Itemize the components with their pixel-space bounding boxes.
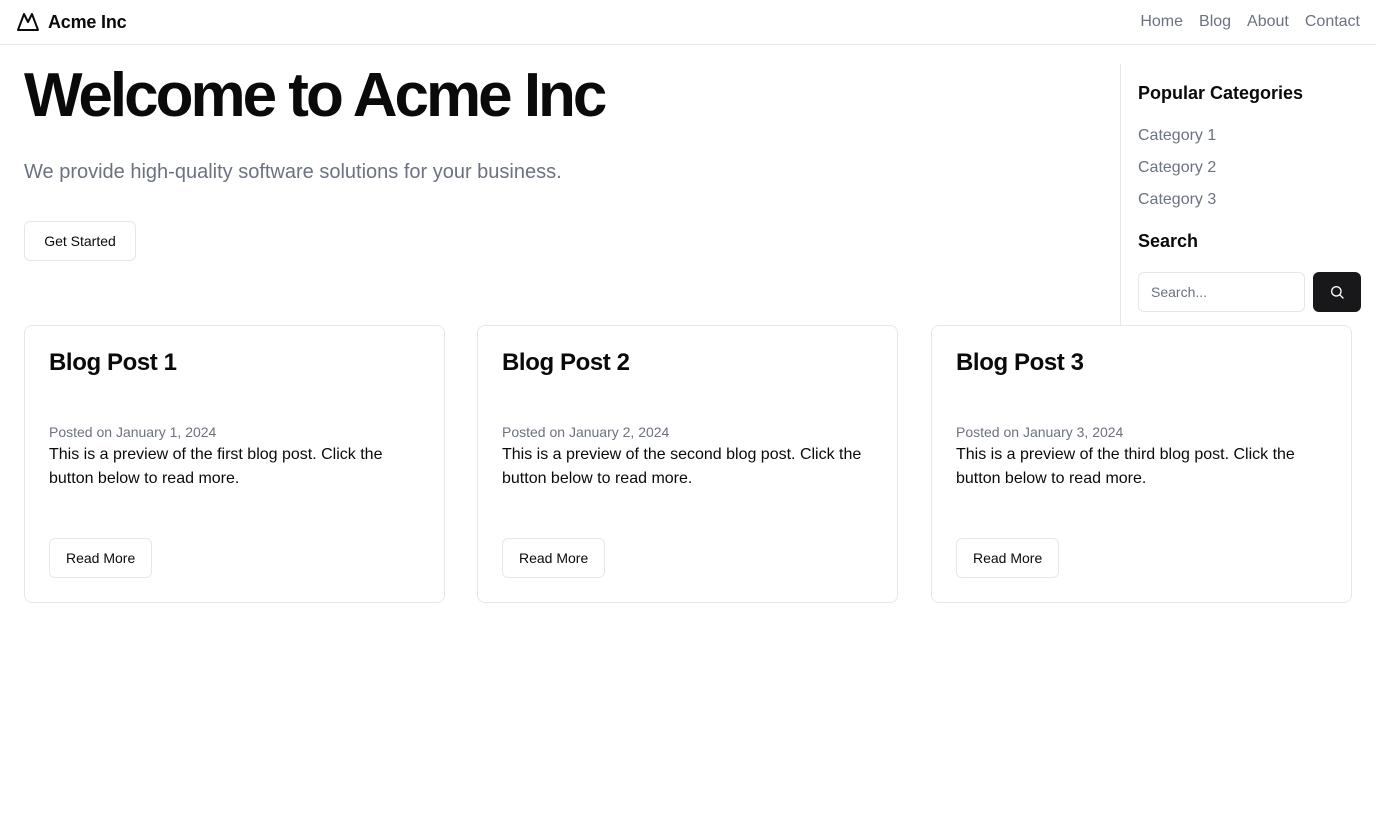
search-button[interactable] <box>1313 272 1361 312</box>
blog-post-card: Blog Post 1 Posted on January 1, 2024 Th… <box>24 325 445 603</box>
brand-name: Acme Inc <box>48 11 127 32</box>
read-more-button[interactable]: Read More <box>49 538 153 578</box>
post-title: Blog Post 3 <box>956 349 1084 376</box>
post-preview: This is a preview of the second blog pos… <box>502 446 862 487</box>
read-more-button[interactable]: Read More <box>502 538 606 578</box>
category-link-2[interactable]: Category 2 <box>1138 158 1216 178</box>
blog-post-card: Blog Post 2 Posted on January 2, 2024 Th… <box>477 325 898 603</box>
category-link-1[interactable]: Category 1 <box>1138 126 1216 146</box>
category-link-3[interactable]: Category 3 <box>1138 190 1216 210</box>
mountain-icon <box>17 13 39 31</box>
nav-link-home[interactable]: Home <box>1140 13 1183 31</box>
post-title: Blog Post 1 <box>49 349 177 376</box>
search-icon <box>1331 286 1344 299</box>
post-title: Blog Post 2 <box>502 349 630 376</box>
post-preview: This is a preview of the third blog post… <box>956 446 1295 487</box>
post-date: Posted on January 1, 2024 <box>49 424 217 440</box>
brand-link[interactable]: Acme Inc <box>16 10 127 34</box>
sidebar: Popular Categories Category 1 Category 2… <box>1120 64 1376 325</box>
post-preview: This is a preview of the first blog post… <box>49 446 383 487</box>
post-date: Posted on January 3, 2024 <box>956 424 1124 440</box>
nav-link-about[interactable]: About <box>1247 13 1289 31</box>
search-input[interactable] <box>1138 272 1305 312</box>
popular-categories-heading: Popular Categories <box>1138 83 1304 103</box>
nav-link-blog[interactable]: Blog <box>1199 13 1231 31</box>
search-heading: Search <box>1138 231 1199 251</box>
main-nav: Home Blog About Contact <box>1140 13 1360 31</box>
blog-post-card: Blog Post 3 Posted on January 3, 2024 Th… <box>931 325 1352 603</box>
site-header: Acme Inc Home Blog About Contact <box>0 0 1376 45</box>
hero-subtitle: We provide high-quality software solutio… <box>24 161 562 183</box>
hero-title: Welcome to Acme Inc <box>24 61 607 130</box>
get-started-button[interactable]: Get Started <box>24 221 136 261</box>
post-date: Posted on January 2, 2024 <box>502 424 670 440</box>
nav-link-contact[interactable]: Contact <box>1305 13 1360 31</box>
read-more-button[interactable]: Read More <box>956 538 1060 578</box>
